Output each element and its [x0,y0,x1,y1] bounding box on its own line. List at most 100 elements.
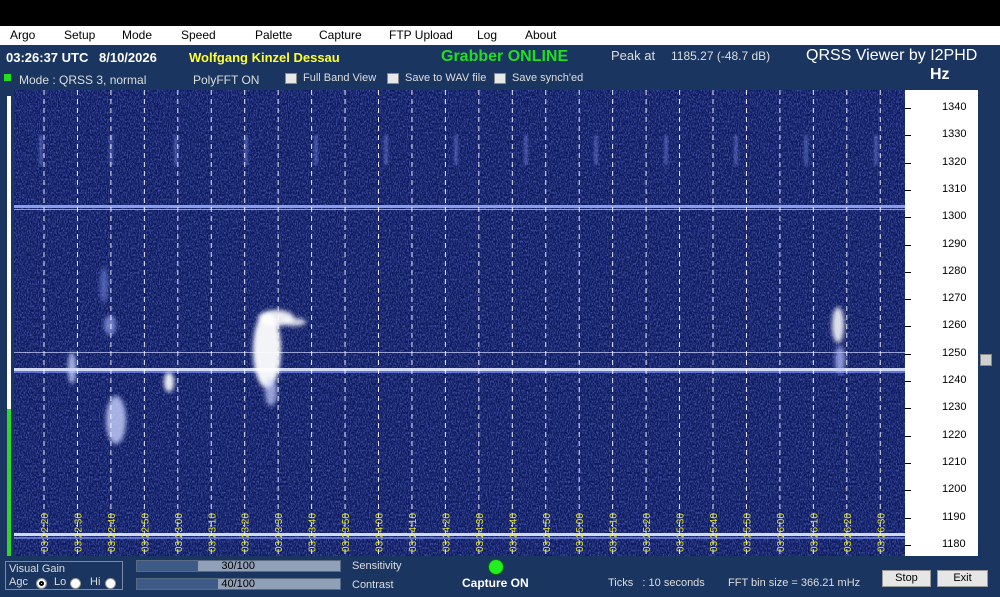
menu-palette[interactable]: Palette [255,28,292,42]
time-label: 03:24:00 [375,513,386,552]
exit-button[interactable]: Exit [937,570,988,587]
time-label: 03:24:10 [408,513,419,552]
freq-label: 1280 [942,264,967,277]
freq-tick [905,108,911,109]
time-label: 03:25:30 [676,513,687,552]
time-label: 03:22:40 [107,513,118,552]
time-label: 03:22:20 [40,513,51,552]
time-label: 03:23:20 [241,513,252,552]
freq-tick [905,408,911,410]
freq-tick [905,271,911,273]
save-wav-label: Save to WAV file [405,72,487,84]
carrier-trace-1244b [14,371,905,373]
freq-tick [905,490,911,492]
time-label: 03:25:20 [642,513,653,552]
save-wav-checkbox[interactable] [387,73,399,84]
freq-label: 1270 [942,292,967,305]
carrier-trace-1302 [14,205,905,208]
time-label: 03:24:40 [508,513,519,552]
waterfall-canvas: 03:22:20 03:22:30 03:22:40 03:22:50 03:23:00… [14,90,905,556]
freq-tick [905,517,911,519]
agc-label: Agc [9,576,28,588]
time-label: 03:23:00 [174,513,185,552]
menu-argo[interactable]: Argo [10,28,35,42]
frequency-scroll-thumb[interactable] [980,354,992,366]
freq-label: 1260 [942,319,967,332]
frequency-scrollbar[interactable] [978,90,994,556]
freq-tick [905,435,911,437]
full-band-checkbox[interactable] [285,73,297,84]
menu-mode[interactable]: Mode [122,28,152,42]
carrier-trace-1302b [14,209,905,210]
carrier-trace-1250 [14,352,905,353]
agc-radio[interactable] [36,578,47,589]
time-label: 03:24:50 [542,513,553,552]
time-label: 03:25:40 [709,513,720,552]
contrast-slider[interactable]: 40/100 [136,578,341,590]
time-label: 03:25:00 [575,513,586,552]
save-synch-checkbox[interactable] [494,73,506,84]
utc-time: 03:26:37 UTC [6,50,89,65]
lo-radio[interactable] [70,578,81,589]
freq-label: 1180 [942,537,966,550]
freq-label: 1200 [942,483,967,496]
lo-label: Lo [54,576,67,588]
freq-label: 1210 [942,455,967,468]
fft-bin-label: FFT bin size = 366.21 mHz [728,577,861,589]
contrast-value: 40/100 [221,578,255,590]
frequency-scale: 1340 1330 1320 1310 1300 1290 1280 1270 1260 1250… [905,90,978,556]
freq-tick [905,135,911,137]
polyfft-label: PolyFFT ON [193,73,260,87]
signal-level-meter [7,96,11,556]
time-label: 03:24:20 [441,513,452,552]
options-bar: Mode : QRSS 3, normal PolyFFT ON Full Ba… [0,69,1000,89]
time-label: 03:23:10 [207,513,218,552]
visual-gain-group: Visual Gain Agc Lo Hi [5,561,123,590]
peak-label: Peak at [611,48,656,63]
menu-about[interactable]: About [525,28,556,42]
time-label: 03:26:00 [776,513,787,552]
waterfall-display[interactable]: 03:22:20 03:22:30 03:22:40 03:22:50 03:23:00… [14,90,905,556]
freq-label: 1220 [942,428,967,441]
freq-label: 1250 [942,346,967,359]
save-synch-label: Save synch'ed [512,72,584,84]
freq-tick [905,162,911,164]
menu-bar: Argo Setup Mode Speed Palette Capture FT… [0,26,1000,45]
freq-label: 1190 [942,510,966,523]
sensitivity-value: 30/100 [221,560,255,572]
app-title: QRSS Viewer by I2PHD [806,47,978,64]
mode-label: Mode : QRSS 3, normal [19,73,147,87]
hi-radio[interactable] [105,578,116,589]
capture-led-icon [488,559,504,575]
capture-status: Capture ON [462,576,529,590]
status-led-icon [4,74,11,81]
menu-speed[interactable]: Speed [181,28,216,42]
freq-tick [905,544,911,546]
full-band-label: Full Band View [303,72,377,84]
menu-ftp-upload[interactable]: FTP Upload [389,28,453,42]
sensitivity-slider[interactable]: 30/100 [136,560,341,572]
freq-tick [905,189,911,191]
peak-value: 1185.27 (-48.7 dB) [671,49,771,63]
utc-date: 8/10/2026 [99,50,157,65]
freq-label: 1300 [942,210,967,223]
freq-label: 1320 [942,155,967,168]
time-label: 03:25:10 [609,513,620,552]
time-label: 03:23:30 [274,513,285,552]
sensitivity-label: Sensitivity [352,560,402,572]
menu-setup[interactable]: Setup [64,28,95,42]
menu-capture[interactable]: Capture [319,28,362,42]
menu-log[interactable]: Log [477,28,497,42]
time-label: 03:25:50 [742,513,753,552]
time-label: 03:26:10 [809,513,820,552]
waterfall-noise [14,90,905,556]
grabber-status: Grabber ONLINE [441,48,569,65]
station-name: Wolfgang Kinzel Dessau [189,50,340,65]
stop-button[interactable]: Stop [882,570,931,587]
time-label: 03:24:30 [475,513,486,552]
freq-tick [905,353,911,355]
sensitivity-fill [137,561,198,571]
freq-tick [905,244,911,246]
freq-tick [905,462,911,464]
time-label: 03:23:50 [341,513,352,552]
